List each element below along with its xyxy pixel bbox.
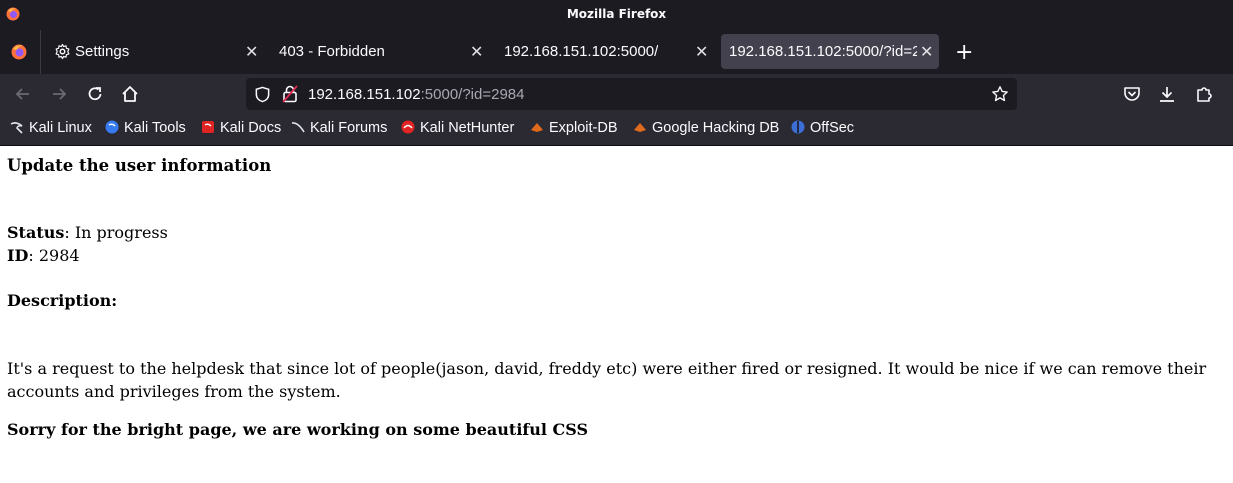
close-tab-icon[interactable]: ✕: [920, 42, 933, 62]
kali-forums-icon: [291, 120, 305, 134]
close-tab-icon[interactable]: ✕: [695, 42, 708, 62]
navigation-toolbar: 192.168.151.102:5000/?id=2984: [0, 74, 1233, 114]
bookmark-label: Exploit-DB: [549, 120, 618, 136]
insecure-lock-icon[interactable]: [282, 85, 298, 103]
bookmark-kali-docs[interactable]: Kali Docs: [201, 120, 281, 140]
bookmark-label: Kali NetHunter: [420, 120, 515, 136]
bookmark-google-hacking-db[interactable]: Google Hacking DB: [633, 120, 779, 140]
window-title: Mozilla Firefox: [566, 7, 667, 21]
status-value: : In progress: [64, 223, 168, 242]
tab-strip: Settings ✕ 403 - Forbidden ✕ 192.168.151…: [0, 30, 1233, 74]
bookmark-kali-nethunter[interactable]: Kali NetHunter: [401, 120, 514, 140]
home-icon[interactable]: [120, 84, 140, 104]
close-tab-icon[interactable]: ✕: [245, 42, 258, 62]
tab-active-id-page[interactable]: 192.168.151.102:5000/?id=29 ✕: [721, 30, 939, 74]
forward-arrow-icon[interactable]: [49, 84, 69, 104]
firefox-view-button[interactable]: [0, 30, 41, 74]
tab-403-forbidden[interactable]: 403 - Forbidden ✕: [267, 30, 492, 74]
bookmark-offsec[interactable]: OffSec: [791, 120, 854, 140]
tab-settings[interactable]: Settings ✕: [42, 30, 267, 74]
bookmark-exploit-db[interactable]: Exploit-DB: [530, 120, 618, 140]
tab-label: 192.168.151.102:5000/?id=29: [729, 43, 917, 60]
id-value: : 2984: [28, 246, 80, 265]
bookmark-label: OffSec: [810, 120, 855, 136]
shield-icon[interactable]: [254, 86, 271, 103]
reload-icon[interactable]: [85, 84, 105, 104]
tab-root-page[interactable]: 192.168.151.102:5000/ ✕: [492, 30, 717, 74]
bookmark-label: Kali Tools: [124, 120, 186, 136]
description-text: It's a request to the helpdesk that sinc…: [7, 359, 1207, 401]
page-heading: Update the user information: [7, 156, 272, 175]
bookmark-kali-forums[interactable]: Kali Forums: [291, 120, 387, 140]
url-path: :5000/?id=2984: [420, 86, 525, 103]
bookmark-label: Kali Linux: [29, 120, 92, 136]
tab-label: 403 - Forbidden: [279, 43, 385, 60]
web-page-content: Update the user information Status: In p…: [0, 146, 1233, 483]
firefox-view-icon: [11, 44, 27, 60]
pocket-icon[interactable]: [1122, 84, 1142, 104]
bookmark-kali-tools[interactable]: Kali Tools: [105, 120, 186, 140]
extensions-puzzle-icon[interactable]: [1194, 84, 1214, 104]
tab-label: 192.168.151.102:5000/: [504, 43, 659, 60]
status-line: Status: In progress: [7, 223, 168, 242]
back-arrow-icon[interactable]: [13, 84, 33, 104]
bookmark-label: Kali Docs: [220, 120, 282, 136]
bookmark-label: Kali Forums: [310, 120, 388, 136]
footer-note: Sorry for the bright page, we are workin…: [7, 420, 589, 439]
bookmark-label: Google Hacking DB: [652, 120, 780, 136]
window-titlebar: Mozilla Firefox: [0, 0, 1233, 30]
kali-dragon-icon: [10, 120, 24, 134]
gear-icon: [55, 43, 70, 60]
url-host: 192.168.151.102: [308, 86, 421, 103]
bookmarks-toolbar: Kali Linux Kali Tools Kali Docs Kali For…: [0, 114, 1233, 146]
kali-docs-icon: [201, 120, 215, 134]
exploit-db-icon: [530, 120, 544, 134]
google-hacking-db-icon: [633, 120, 647, 134]
description-label: Description:: [7, 291, 118, 310]
bookmark-star-icon[interactable]: [991, 85, 1009, 103]
offsec-icon: [791, 120, 805, 134]
status-label: Status: [7, 223, 65, 242]
kali-nethunter-icon: [401, 120, 415, 134]
id-line: ID: 2984: [7, 246, 80, 265]
new-tab-button[interactable]: +: [955, 40, 973, 65]
close-tab-icon[interactable]: ✕: [470, 42, 483, 62]
downloads-icon[interactable]: [1157, 84, 1177, 104]
bookmark-kali-linux[interactable]: Kali Linux: [10, 120, 92, 140]
tab-label: Settings: [75, 43, 130, 60]
kali-tools-icon: [105, 120, 119, 134]
address-bar[interactable]: 192.168.151.102:5000/?id=2984: [246, 78, 1017, 110]
url-text[interactable]: 192.168.151.102:5000/?id=2984: [308, 86, 524, 103]
id-label: ID: [7, 246, 29, 265]
